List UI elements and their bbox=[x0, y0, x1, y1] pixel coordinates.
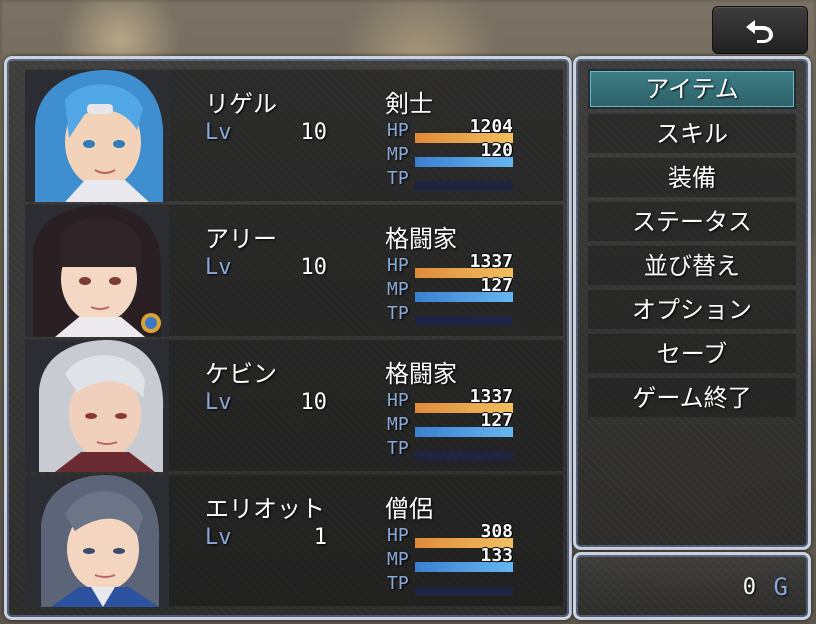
gold-value: 0 bbox=[742, 575, 756, 600]
menu-item-save[interactable]: セーブ bbox=[588, 333, 796, 373]
actor-name: アリー bbox=[205, 225, 277, 253]
tp-gauge: TP bbox=[385, 168, 515, 192]
mp-value: 120 bbox=[480, 140, 513, 161]
menu-item-options[interactable]: オプション bbox=[588, 289, 796, 329]
mp-gauge: MP 127 bbox=[385, 410, 515, 438]
hp-label: HP bbox=[387, 525, 409, 546]
tp-label: TP bbox=[387, 168, 409, 189]
level-label: Lv bbox=[205, 390, 232, 415]
tp-label: TP bbox=[387, 438, 409, 459]
mp-label: MP bbox=[387, 549, 409, 570]
level-label: Lv bbox=[205, 120, 232, 145]
hp-label: HP bbox=[387, 255, 409, 276]
actor-row[interactable]: アリー Lv 10 格闘家 HP 1337 MP 127 TP bbox=[25, 204, 563, 337]
mp-label: MP bbox=[387, 414, 409, 435]
actor-portrait-blue-hair bbox=[25, 70, 169, 202]
hp-value: 1337 bbox=[469, 386, 513, 407]
tp-label: TP bbox=[387, 573, 409, 594]
mp-gauge: MP 127 bbox=[385, 275, 515, 303]
level-label: Lv bbox=[205, 255, 232, 280]
tp-label: TP bbox=[387, 303, 409, 324]
actor-class: 格闘家 bbox=[385, 360, 457, 388]
menu-item-item[interactable]: アイテム bbox=[588, 69, 796, 109]
mp-label: MP bbox=[387, 279, 409, 300]
mp-value: 133 bbox=[480, 545, 513, 566]
actor-row[interactable]: リゲル Lv 10 剣士 HP 1204 MP 120 TP bbox=[25, 69, 563, 202]
actor-portrait-silver-hair bbox=[25, 340, 169, 472]
actor-portrait-grey-hair bbox=[25, 475, 169, 607]
actor-row[interactable]: エリオット Lv 1 僧侶 HP 308 MP 133 TP bbox=[25, 474, 563, 607]
back-button[interactable] bbox=[712, 6, 808, 54]
hp-value: 1337 bbox=[469, 251, 513, 272]
mp-value: 127 bbox=[480, 275, 513, 296]
hp-label: HP bbox=[387, 120, 409, 141]
actor-class: 剣士 bbox=[385, 90, 433, 118]
status-window: リゲル Lv 10 剣士 HP 1204 MP 120 TP アリー Lv 10… bbox=[4, 56, 572, 620]
actor-name: エリオット bbox=[205, 495, 325, 523]
level-value: 1 bbox=[313, 525, 327, 550]
actor-row[interactable]: ケビン Lv 10 格闘家 HP 1337 MP 127 TP bbox=[25, 339, 563, 472]
hp-value: 1204 bbox=[469, 116, 513, 137]
actor-name: リゲル bbox=[205, 90, 277, 118]
level-label: Lv bbox=[205, 525, 232, 550]
hp-label: HP bbox=[387, 390, 409, 411]
menu-item-equip[interactable]: 装備 bbox=[588, 157, 796, 197]
actor-class: 格闘家 bbox=[385, 225, 457, 253]
hp-value: 308 bbox=[480, 521, 513, 542]
tp-gauge: TP bbox=[385, 573, 515, 597]
level-value: 10 bbox=[300, 120, 328, 145]
menu-item-game-end[interactable]: ゲーム終了 bbox=[588, 377, 796, 417]
command-window: アイテム スキル 装備 ステータス 並び替え オプション セーブ ゲーム終了 bbox=[573, 56, 811, 550]
actor-portrait-black-hair bbox=[25, 205, 169, 337]
tp-gauge: TP bbox=[385, 438, 515, 462]
gold-unit: G bbox=[773, 573, 788, 601]
level-value: 10 bbox=[300, 255, 328, 280]
tp-gauge: TP bbox=[385, 303, 515, 327]
back-arrow-icon bbox=[746, 20, 773, 43]
menu-item-formation[interactable]: 並び替え bbox=[588, 245, 796, 285]
gold-window: 0 G bbox=[573, 552, 811, 620]
mp-value: 127 bbox=[480, 410, 513, 431]
actor-name: ケビン bbox=[205, 360, 277, 388]
mp-label: MP bbox=[387, 144, 409, 165]
mp-gauge: MP 133 bbox=[385, 545, 515, 573]
actor-class: 僧侶 bbox=[385, 495, 433, 523]
menu-item-status[interactable]: ステータス bbox=[588, 201, 796, 241]
menu-item-skill[interactable]: スキル bbox=[588, 113, 796, 153]
level-value: 10 bbox=[300, 390, 328, 415]
mp-gauge: MP 120 bbox=[385, 140, 515, 168]
